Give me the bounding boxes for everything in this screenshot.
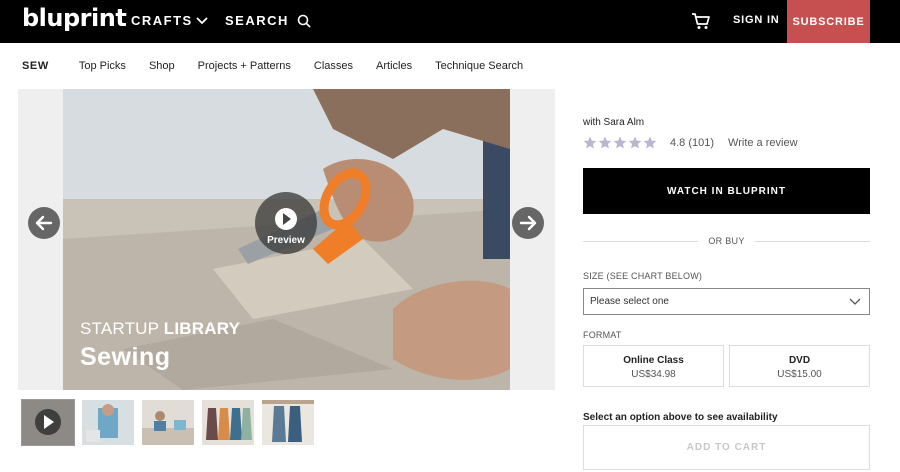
thumbnail-image[interactable] <box>202 400 254 445</box>
subnav-item-classes[interactable]: Classes <box>314 60 353 72</box>
divider-line <box>583 240 699 242</box>
size-select-value: Please select one <box>590 296 669 307</box>
hero-overline: STARTUP LIBRARY <box>80 319 240 339</box>
rating-summary: 4.8 (101) Write a review <box>583 136 798 149</box>
watch-in-bluprint-button[interactable]: WATCH IN BLUPRINT <box>583 168 870 214</box>
thumbnail-video[interactable] <box>21 399 75 446</box>
or-buy-divider: OR BUY <box>583 235 870 247</box>
size-select[interactable]: Please select one <box>583 288 870 315</box>
rating-value: 4.8 (101) <box>670 136 715 149</box>
section-title[interactable]: SEW <box>22 60 49 72</box>
preview-play-button[interactable]: Preview <box>255 192 317 254</box>
arrow-left-icon <box>35 215 53 231</box>
chevron-down-icon <box>196 16 208 24</box>
size-label: SIZE (SEE CHART BELOW) <box>583 271 703 281</box>
star-icon <box>628 136 642 149</box>
hero-overline-light: STARTUP <box>80 319 164 338</box>
product-hero-image: STARTUP LIBRARY Sewing Preview <box>63 89 510 390</box>
crafts-menu-label: CRAFTS <box>131 13 193 28</box>
format-price: US$15.00 <box>777 369 822 380</box>
add-to-cart-button[interactable]: ADD TO CART <box>583 425 870 470</box>
search-button[interactable]: SEARCH <box>225 13 311 28</box>
top-navigation-bar: bluprint CRAFTS SEARCH SIGN IN SUBSCRIBE <box>0 0 900 43</box>
star-icon <box>613 136 627 149</box>
chevron-down-icon <box>849 298 861 305</box>
sign-in-link[interactable]: SIGN IN <box>733 14 780 26</box>
thumbnail-image[interactable] <box>262 400 314 445</box>
format-price: US$34.98 <box>631 369 676 380</box>
subscribe-button[interactable]: SUBSCRIBE <box>787 0 870 43</box>
next-image-button[interactable] <box>512 207 544 239</box>
star-icon <box>598 136 612 149</box>
write-review-link[interactable]: Write a review <box>728 137 797 149</box>
availability-note: Select an option above to see availabili… <box>583 412 778 423</box>
format-option-dvd[interactable]: DVD US$15.00 <box>729 345 870 387</box>
previous-image-button[interactable] <box>28 207 60 239</box>
hero-overline-bold: LIBRARY <box>163 319 241 338</box>
format-name: Online Class <box>623 355 684 366</box>
crafts-menu[interactable]: CRAFTS <box>131 13 208 28</box>
search-label: SEARCH <box>225 13 289 28</box>
hero-title: Sewing <box>80 343 171 371</box>
subnav-item-shop[interactable]: Shop <box>149 60 175 72</box>
thumbnail-strip <box>21 399 314 446</box>
thumbnail-image[interactable] <box>142 400 194 445</box>
star-rating <box>583 136 657 149</box>
subnav-item-top-picks[interactable]: Top Picks <box>79 60 126 72</box>
product-media-gallery: STARTUP LIBRARY Sewing Preview <box>18 89 555 390</box>
subnav-item-articles[interactable]: Articles <box>376 60 412 72</box>
instructor-name: with Sara Alm <box>583 117 645 128</box>
preview-label: Preview <box>267 235 305 246</box>
star-icon <box>583 136 597 149</box>
format-label: FORMAT <box>583 330 622 340</box>
format-option-online-class[interactable]: Online Class US$34.98 <box>583 345 724 387</box>
thumbnail-image[interactable] <box>82 400 134 445</box>
arrow-right-icon <box>519 215 537 231</box>
section-subnav: SEW Top Picks Shop Projects + Patterns C… <box>0 43 900 89</box>
star-icon <box>643 136 657 149</box>
divider-line <box>754 240 870 242</box>
format-name: DVD <box>788 355 811 366</box>
cart-icon[interactable] <box>691 11 711 31</box>
subnav-item-projects-patterns[interactable]: Projects + Patterns <box>198 60 291 72</box>
bluprint-logo[interactable]: bluprint <box>22 4 127 32</box>
search-icon <box>297 14 311 28</box>
subnav-item-technique-search[interactable]: Technique Search <box>435 60 523 72</box>
or-buy-label: OR BUY <box>708 236 745 246</box>
